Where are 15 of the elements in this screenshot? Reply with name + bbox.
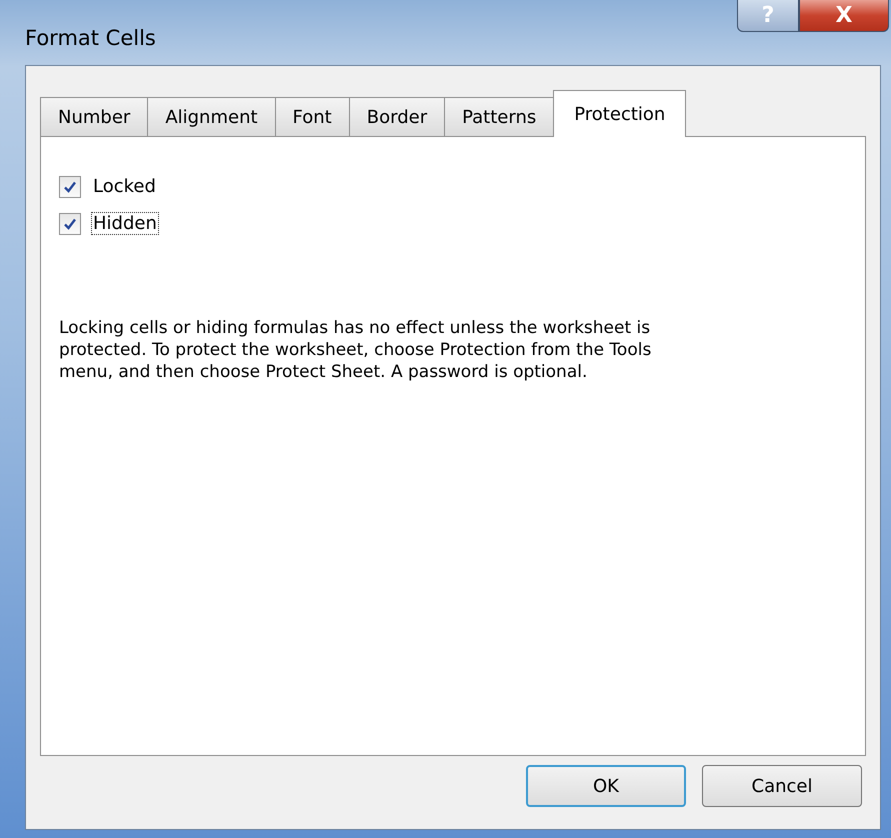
close-button[interactable]: X xyxy=(799,0,889,32)
info-text: Locking cells or hiding formulas has no effect unless the worksheet is protected. To protect the worksheet, choose Protection from the Tools menu, and then choose Protect Sheet. A password is optional. xyxy=(59,317,652,383)
checkbox-label[interactable]: Hidden xyxy=(91,212,159,235)
checkbox[interactable] xyxy=(59,176,81,198)
tab[interactable]: Patterns xyxy=(444,97,554,136)
tab[interactable]: Protection xyxy=(553,90,686,137)
cancel-button[interactable]: Cancel xyxy=(702,765,862,807)
ok-button[interactable]: OK xyxy=(526,765,686,807)
tab[interactable]: Font xyxy=(274,97,350,136)
window-title: Format Cells xyxy=(25,26,156,50)
tab[interactable]: Number xyxy=(40,97,148,136)
tab[interactable]: Alignment xyxy=(147,97,276,136)
checkbox[interactable] xyxy=(59,212,81,234)
checkbox-label[interactable]: Locked xyxy=(91,175,158,198)
tab[interactable]: Border xyxy=(348,97,446,136)
